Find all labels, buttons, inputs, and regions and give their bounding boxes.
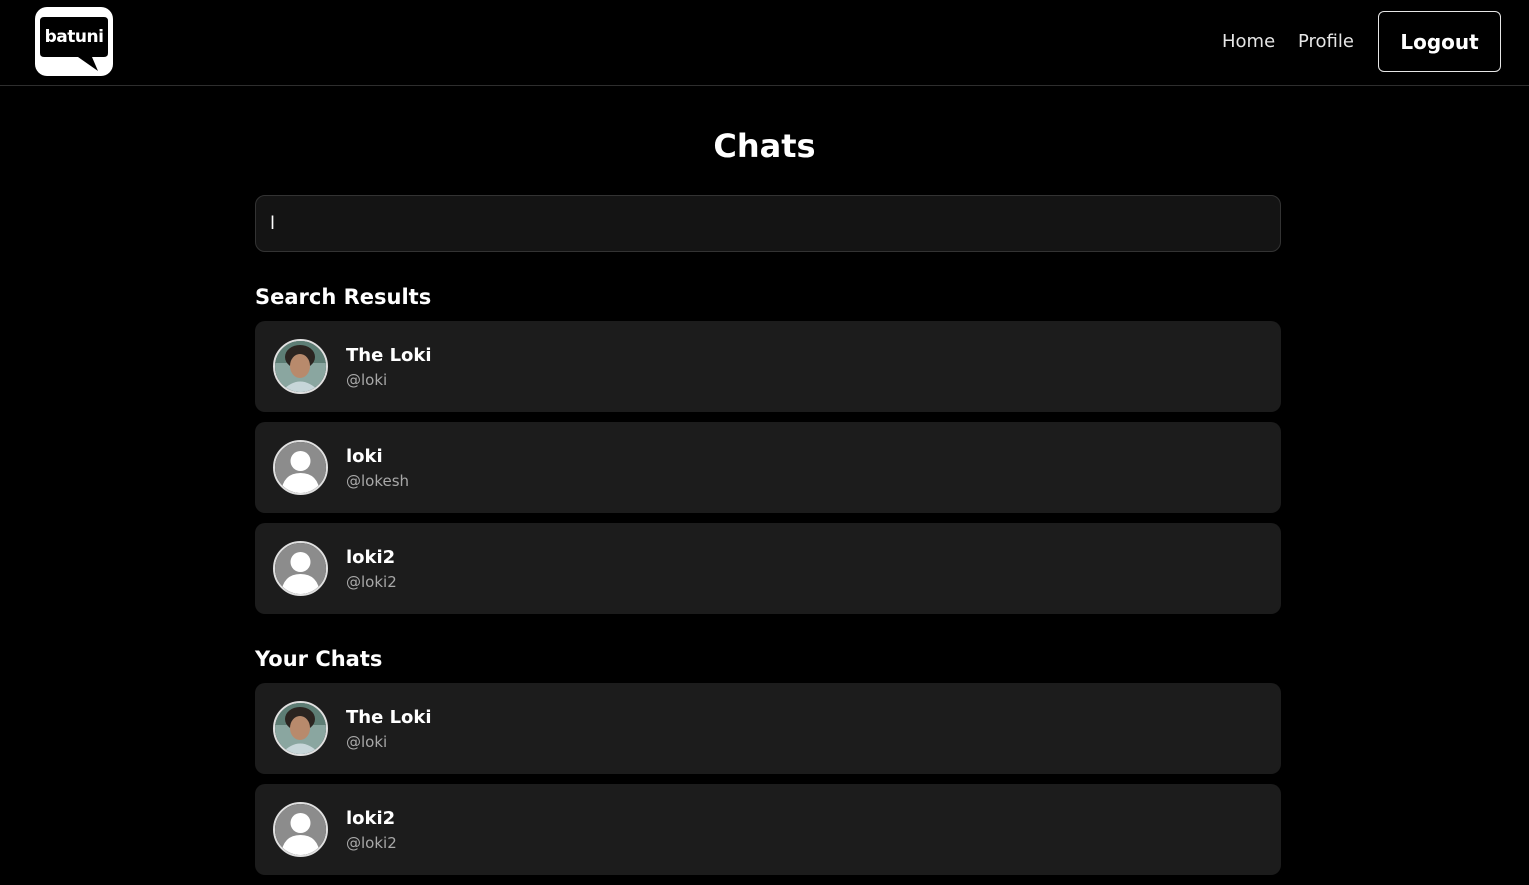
profile-photo — [275, 703, 326, 754]
user-name: loki2 — [346, 808, 396, 829]
user-handle: @loki — [346, 371, 388, 389]
user-handle: @lokesh — [346, 472, 410, 490]
chat-item[interactable]: loki2 @loki2 — [255, 784, 1281, 875]
search-results-heading: Search Results — [255, 285, 432, 309]
user-name: loki2 — [346, 547, 396, 568]
avatar — [273, 701, 328, 756]
user-name: loki — [346, 446, 383, 467]
nav-profile-link[interactable]: Profile — [1298, 31, 1354, 52]
user-handle: @loki2 — [346, 834, 397, 852]
avatar — [273, 440, 328, 495]
user-handle: @loki2 — [346, 573, 397, 591]
logo-text: batuni — [44, 27, 104, 47]
search-input[interactable] — [256, 196, 1280, 251]
avatar — [273, 802, 328, 857]
profile-photo — [275, 341, 326, 392]
default-user-icon — [275, 543, 326, 594]
page-title: Chats — [713, 127, 816, 165]
search-result-item[interactable]: loki @lokesh — [255, 422, 1281, 513]
avatar — [273, 339, 328, 394]
search-result-item[interactable]: loki2 @loki2 — [255, 523, 1281, 614]
default-user-icon — [275, 804, 326, 855]
user-name: The Loki — [346, 707, 432, 728]
your-chats-heading: Your Chats — [255, 647, 383, 671]
search-result-item[interactable]: The Loki @loki — [255, 321, 1281, 412]
search-box[interactable] — [255, 195, 1281, 252]
your-chats-list: The Loki @loki loki2 @loki2 — [255, 683, 1281, 885]
user-name: The Loki — [346, 345, 432, 366]
user-handle: @loki — [346, 733, 388, 751]
navbar: batuni Home Profile Logout — [0, 0, 1529, 86]
search-results-list: The Loki @loki loki @lokesh loki2 @loki2 — [255, 321, 1281, 624]
avatar — [273, 541, 328, 596]
chat-item[interactable]: The Loki @loki — [255, 683, 1281, 774]
default-user-icon — [275, 442, 326, 493]
nav-home-link[interactable]: Home — [1222, 31, 1275, 52]
logo[interactable]: batuni — [35, 7, 113, 76]
logout-button[interactable]: Logout — [1378, 11, 1501, 72]
